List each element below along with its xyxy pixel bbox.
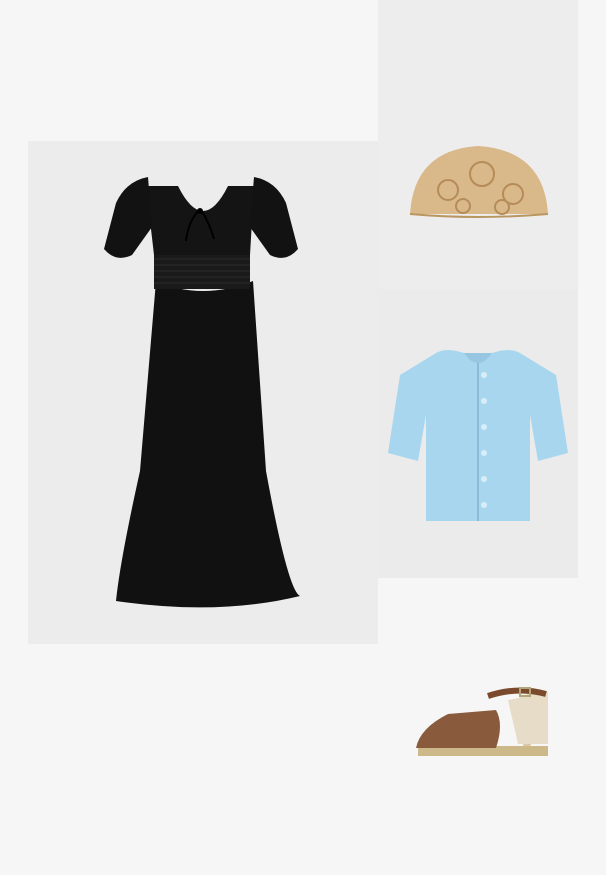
espadrille-wedge-illustration (416, 687, 548, 756)
blue-cardigan-illustration (388, 350, 568, 521)
black-dress-illustration (104, 177, 300, 608)
straw-clutch-image[interactable] (378, 0, 578, 289)
straw-clutch-illustration (409, 146, 549, 218)
blue-cardigan-image[interactable] (378, 289, 578, 578)
espadrille-wedge-image[interactable] (378, 578, 606, 875)
black-dress-image[interactable] (28, 141, 378, 644)
